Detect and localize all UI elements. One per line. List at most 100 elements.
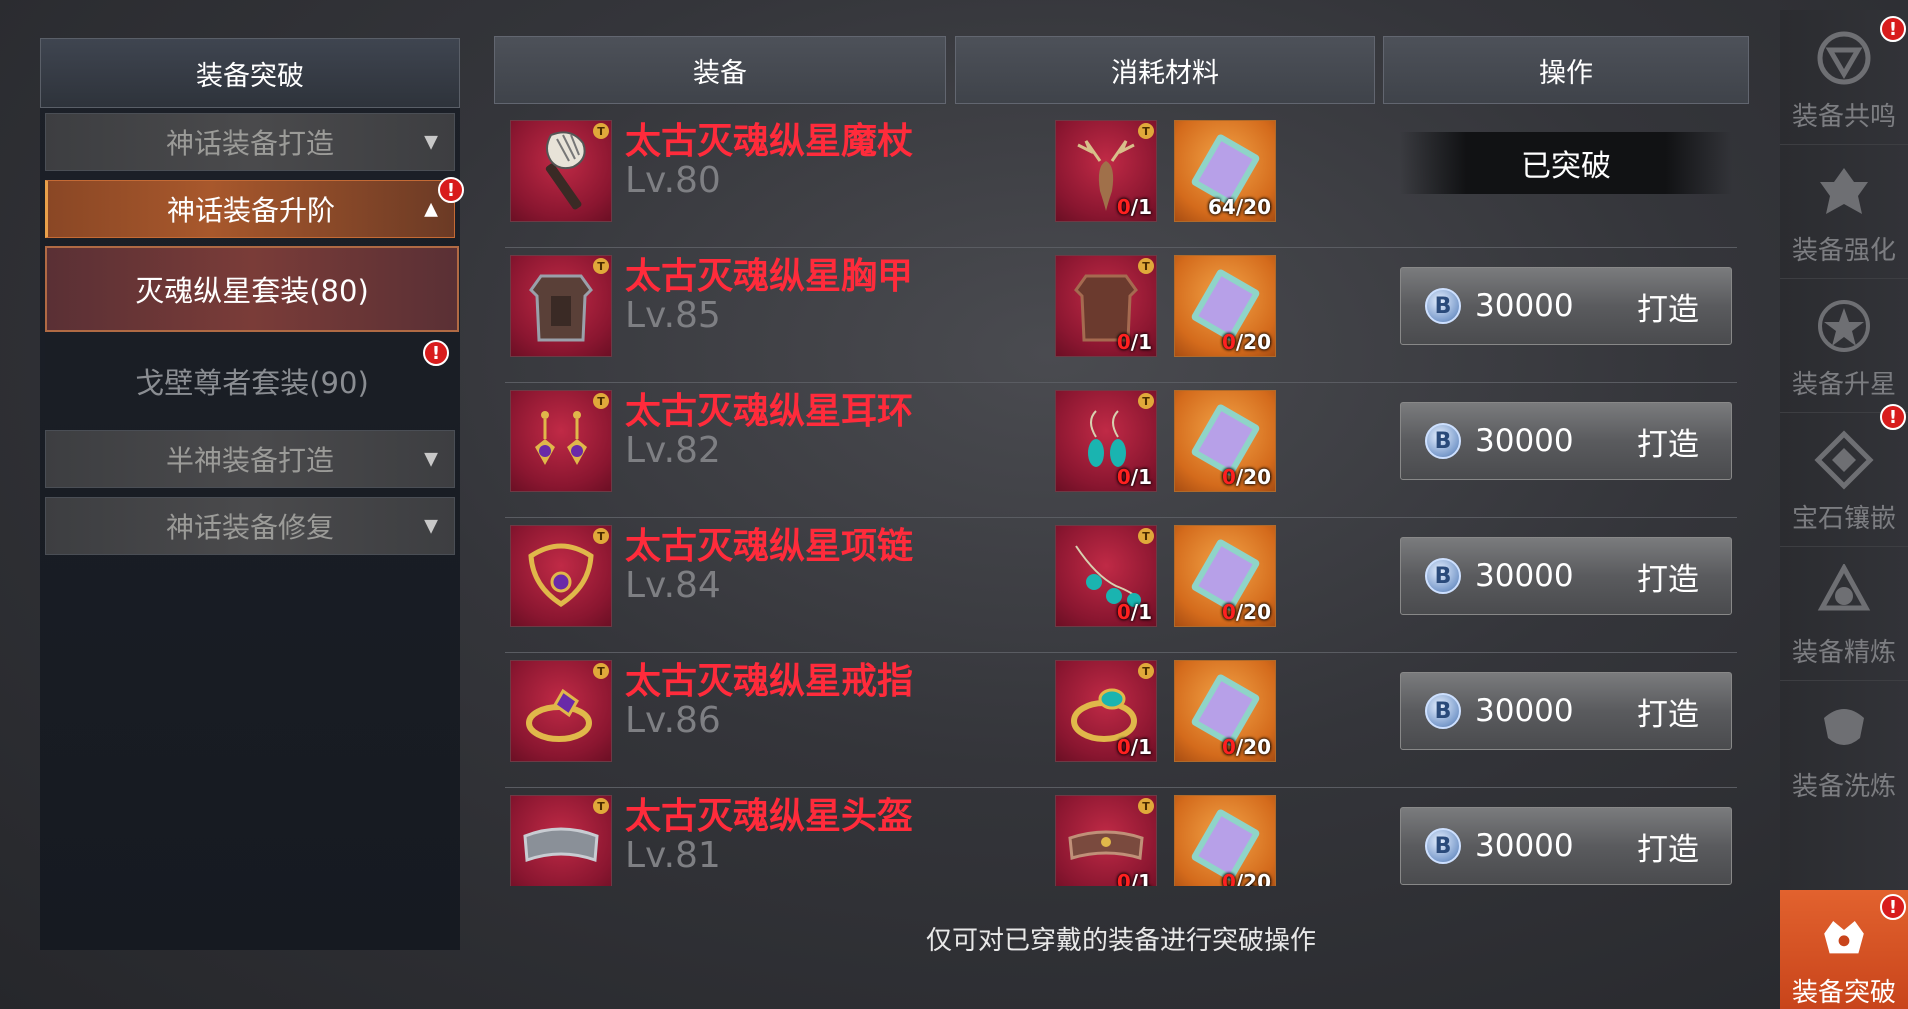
nav-refine[interactable]: 装备精炼: [1780, 546, 1908, 681]
breakthrough-icon: [1824, 921, 1864, 954]
nav-gem-inlay[interactable]: 宝石镶嵌 !: [1780, 404, 1908, 547]
chest-armor-item-icon[interactable]: T: [510, 255, 612, 357]
material-have: 0: [1221, 870, 1236, 886]
category-label: 神话装备修复: [165, 511, 334, 544]
alert-badge-icon: !: [1880, 894, 1906, 920]
chevron-down-icon: ▼: [424, 515, 438, 537]
equipment-list[interactable]: T 太古灭魂纵星魔杖 Lv.80 T 0/1 64/20 已突破 T 太古灭魂纵…: [505, 112, 1737, 886]
material-need: /20: [1235, 600, 1271, 624]
craft-button[interactable]: B 30000 打造: [1400, 672, 1732, 750]
material-count: 64/20: [1208, 195, 1271, 219]
craft-price: 30000: [1475, 693, 1574, 729]
broken-through-status: 已突破: [1400, 132, 1732, 194]
category-label: 半神装备打造: [165, 444, 334, 477]
subitem-mieihun-set[interactable]: 灭魂纵星套装(80): [45, 246, 459, 332]
craft-label: 打造: [1637, 831, 1699, 868]
wand-item-icon[interactable]: T: [510, 120, 612, 222]
coin-icon: B: [1425, 693, 1461, 729]
table-row: T 太古灭魂纵星项链 Lv.84 T 0/1 0/20 B 30000 打造: [505, 517, 1737, 653]
item-name: 太古灭魂纵星头盔: [625, 796, 914, 837]
material-need: /20: [1235, 465, 1271, 489]
nav-resonance[interactable]: 装备共鸣 !: [1780, 10, 1908, 145]
resonance-icon: [1817, 31, 1871, 85]
material-have: 0: [1116, 600, 1131, 624]
material-count: 0/20: [1222, 735, 1271, 759]
coin-icon: B: [1425, 828, 1461, 864]
subitem-label: 戈壁尊者套装(90): [135, 366, 369, 400]
category-label: 神话装备升阶: [166, 194, 335, 227]
nav-reforge[interactable]: 装备洗炼: [1780, 680, 1908, 814]
craft-price: 30000: [1475, 423, 1574, 459]
scroll-material-icon[interactable]: 0/20: [1174, 255, 1276, 357]
deer-head-material-icon[interactable]: T 0/1: [1055, 120, 1157, 222]
tag-icon: T: [593, 393, 609, 409]
scroll-material-icon[interactable]: 64/20: [1174, 120, 1276, 222]
category-demigod-craft[interactable]: 半神装备打造 ▼: [45, 430, 455, 488]
tag-icon: T: [1138, 663, 1154, 679]
craft-label: 打造: [1637, 561, 1699, 598]
header-action: 操作: [1383, 36, 1749, 104]
nav-star-up[interactable]: 装备升星: [1780, 278, 1908, 413]
table-row: T 太古灭魂纵星胸甲 Lv.85 T 0/1 0/20 B 30000 打造: [505, 247, 1737, 383]
material-have: 0: [1116, 870, 1131, 886]
tag-icon: T: [593, 528, 609, 544]
category-mythic-repair[interactable]: 神话装备修复 ▼: [45, 497, 455, 555]
chevron-down-icon: ▼: [424, 448, 438, 470]
earring-material-icon[interactable]: T 0/1: [1055, 390, 1157, 492]
scroll-material-icon[interactable]: 0/20: [1174, 525, 1276, 627]
necklace-material-icon[interactable]: T 0/1: [1055, 525, 1157, 627]
alert-badge-icon: !: [438, 177, 464, 203]
craft-button[interactable]: B 30000 打造: [1400, 402, 1732, 480]
material-count: 0/1: [1117, 330, 1152, 354]
tag-icon: T: [1138, 798, 1154, 814]
nav-label: 装备强化: [1791, 236, 1896, 266]
material-need: /1: [1130, 600, 1152, 624]
nav-enhance[interactable]: 装备强化: [1780, 144, 1908, 279]
material-need: /1: [1130, 735, 1152, 759]
craft-button[interactable]: B 30000 打造: [1400, 807, 1732, 885]
earring-item-icon[interactable]: T: [510, 390, 612, 492]
category-mythic-upgrade[interactable]: 神话装备升阶 ▲ !: [45, 177, 464, 238]
material-need: /1: [1130, 330, 1152, 354]
material-have: 0: [1116, 330, 1131, 354]
item-name: 太古灭魂纵星项链: [625, 526, 914, 567]
chevron-up-icon: ▲: [424, 198, 438, 220]
scroll-material-icon[interactable]: 0/20: [1174, 660, 1276, 762]
craft-label: 打造: [1637, 696, 1699, 733]
armor-material-icon[interactable]: T 0/1: [1055, 255, 1157, 357]
material-have: 0: [1116, 465, 1131, 489]
gem-inlay-icon: [1814, 430, 1874, 490]
material-count: 0/1: [1117, 195, 1152, 219]
table-row: T 太古灭魂纵星戒指 Lv.86 T 0/1 0/20 B 30000 打造: [505, 652, 1737, 788]
ring-item-icon[interactable]: T: [510, 660, 612, 762]
helmet-material-icon[interactable]: T 0/1: [1055, 795, 1157, 886]
material-have: 0: [1221, 735, 1236, 759]
material-count: 0/20: [1222, 870, 1271, 886]
craft-button[interactable]: B 30000 打造: [1400, 537, 1732, 615]
hint-text: 仅可对已穿戴的装备进行突破操作: [925, 926, 1316, 956]
material-need: /20: [1235, 870, 1271, 886]
category-mythic-craft[interactable]: 神话装备打造 ▼: [45, 113, 455, 171]
material-have: 0: [1116, 195, 1131, 219]
tag-icon: T: [1138, 258, 1154, 274]
scroll-material-icon[interactable]: 0/20: [1174, 795, 1276, 886]
refine-icon: [1817, 564, 1871, 611]
ring-material-icon[interactable]: T 0/1: [1055, 660, 1157, 762]
material-count: 0/1: [1117, 870, 1152, 886]
nav-label: 装备洗炼: [1791, 772, 1896, 802]
scroll-material-icon[interactable]: 0/20: [1174, 390, 1276, 492]
material-need: /20: [1235, 330, 1271, 354]
nav-breakthrough[interactable]: 装备突破 !: [1780, 890, 1908, 1009]
panel-title: 装备突破: [40, 38, 460, 108]
table-row: T 太古灭魂纵星耳环 Lv.82 T 0/1 0/20 B 30000 打造: [505, 382, 1737, 518]
table-row: T 太古灭魂纵星魔杖 Lv.80 T 0/1 64/20 已突破: [505, 112, 1737, 248]
helmet-item-icon[interactable]: T: [510, 795, 612, 886]
necklace-item-icon[interactable]: T: [510, 525, 612, 627]
material-count: 0/20: [1222, 330, 1271, 354]
nav-label: 装备升星: [1791, 370, 1896, 400]
craft-button[interactable]: B 30000 打造: [1400, 267, 1732, 345]
item-level: Lv.86: [625, 700, 721, 741]
tag-icon: T: [593, 123, 609, 139]
subitem-gobi-set[interactable]: 戈壁尊者套装(90) !: [45, 338, 459, 424]
material-need: /1: [1130, 465, 1152, 489]
